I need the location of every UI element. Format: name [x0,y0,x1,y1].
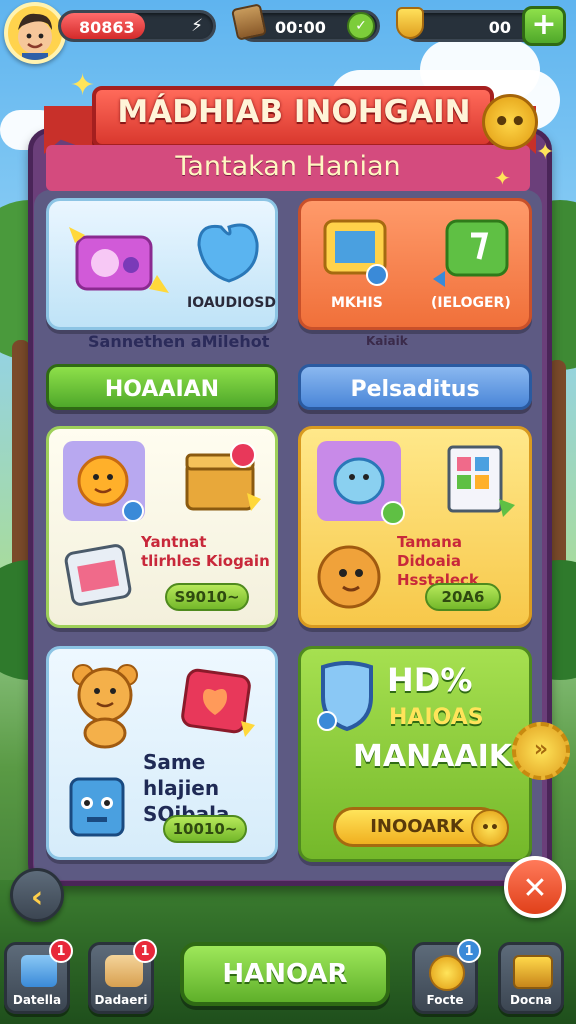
coin-icon [429,955,465,991]
robot-box-icon [69,777,125,837]
close-icon: ✕ [522,871,548,906]
hearts-meter: 80863 ⚡ [58,10,216,42]
offer-card-3[interactable]: Same hlajien SOibala 10010~ [46,646,278,860]
nav-label: Docna [510,993,552,1007]
panel-subtitle: Tantakan Hanian [175,151,401,182]
nav-item-docna[interactable]: Docna [498,942,564,1014]
offer-card-1[interactable]: Yantnat tlirhles Kiogain S9010~ [46,426,278,628]
feature-card-left-label: IOAUDIOSD [187,295,276,311]
back-button[interactable]: ‹ [10,868,64,922]
clock-icon: ✓ [347,12,375,40]
offer-card-2[interactable]: Tamana Didoaia Hsstaleck 20A6 [298,426,532,628]
tab-pelsaditus[interactable]: Pelsaditus [298,364,532,410]
main-action-button[interactable]: HANOAR [180,942,390,1006]
chevron-left-icon: ‹ [30,880,44,915]
bear-icon [72,664,138,749]
ribbon-badge-icon: » [512,722,570,780]
house-icon [21,955,57,987]
gold-value: 00 [488,18,511,37]
sparkle-icon: ✦ [536,140,555,165]
feature-card-right-caption: Kaiaik [366,334,408,348]
avatar-face-icon [18,13,52,60]
tab-hoaaian[interactable]: HOAAIAN [46,364,278,410]
top-bar: 80863 ⚡ 00:00 ✓ 00 + [0,0,576,64]
nav-label: Datella [12,993,62,1007]
feature-promo-card[interactable]: HD% HAIOAS MANAAIK INOOARK •• [298,646,532,862]
orange-fish-icon [317,545,381,609]
offer-3-price[interactable]: 10010~ [163,815,247,843]
offer-1-title: Yantnat tlirhles Kiogain [141,533,270,570]
chest-icon [231,3,267,41]
feature-card-right-label-right: (IELOGER) [431,295,511,311]
sparkle-icon: ✦ [70,68,96,103]
add-currency-button[interactable]: + [522,6,566,46]
feature-card-left-caption: Sannethen aMilehot [88,332,270,351]
heart-gift-icon [181,668,255,737]
hearts-value: 80863 [79,18,135,37]
feature-line-3: MANAAIK [353,739,513,774]
player-avatar[interactable] [4,2,66,64]
feature-card-left[interactable]: IOAUDIOSD [46,198,278,330]
chest-stack-icon [513,955,553,989]
offer-1-price[interactable]: S9010~ [165,583,249,611]
gift-box-icon [69,227,169,293]
frame-icon [323,219,388,286]
nav-label: Dadaeri [94,993,148,1007]
phone-app-icon [64,544,132,606]
heart-bubble-icon [197,223,259,283]
nav-item-datella[interactable]: 1 Datella [4,939,73,1014]
sun-creature-icon [63,441,145,522]
offer-2-title: Tamana Didoaia Hsstaleck [397,533,479,589]
feature-card-right-label-left: MKHIS [331,295,383,311]
nav-badge: 1 [457,939,481,963]
nav-badge: 1 [49,939,73,963]
feature-line-1: HD% [387,661,473,699]
treasure-box-icon [185,442,261,511]
calendar-book-icon [447,445,515,517]
nav-label: Focte [426,993,464,1007]
blue-cat-icon [317,441,405,525]
close-button[interactable]: ✕ [504,856,566,918]
shield-badge-icon [317,661,373,732]
refresh-card-icon [433,219,509,287]
panel-title: MÁDHIAB INOHGAIN [117,94,471,130]
smiley-coin-icon: •• [471,809,509,847]
shield-icon [396,7,424,39]
feature-card-right[interactable]: MKHIS (IELOGER) [298,198,532,330]
nav-item-focte[interactable]: 1 Focte [412,939,481,1014]
timer-value: 00:00 [275,18,326,37]
sparkle-icon: ✦ [494,166,511,190]
smiley-medal-icon: •• [482,94,538,150]
nav-badge: 1 [133,939,157,963]
feature-line-2: HAIOAS [389,705,484,730]
offer-2-price[interactable]: 20A6 [425,583,501,611]
lightning-icon: ⚡ [191,16,203,36]
nav-item-dadaeri[interactable]: 1 Dadaeri [88,939,157,1014]
